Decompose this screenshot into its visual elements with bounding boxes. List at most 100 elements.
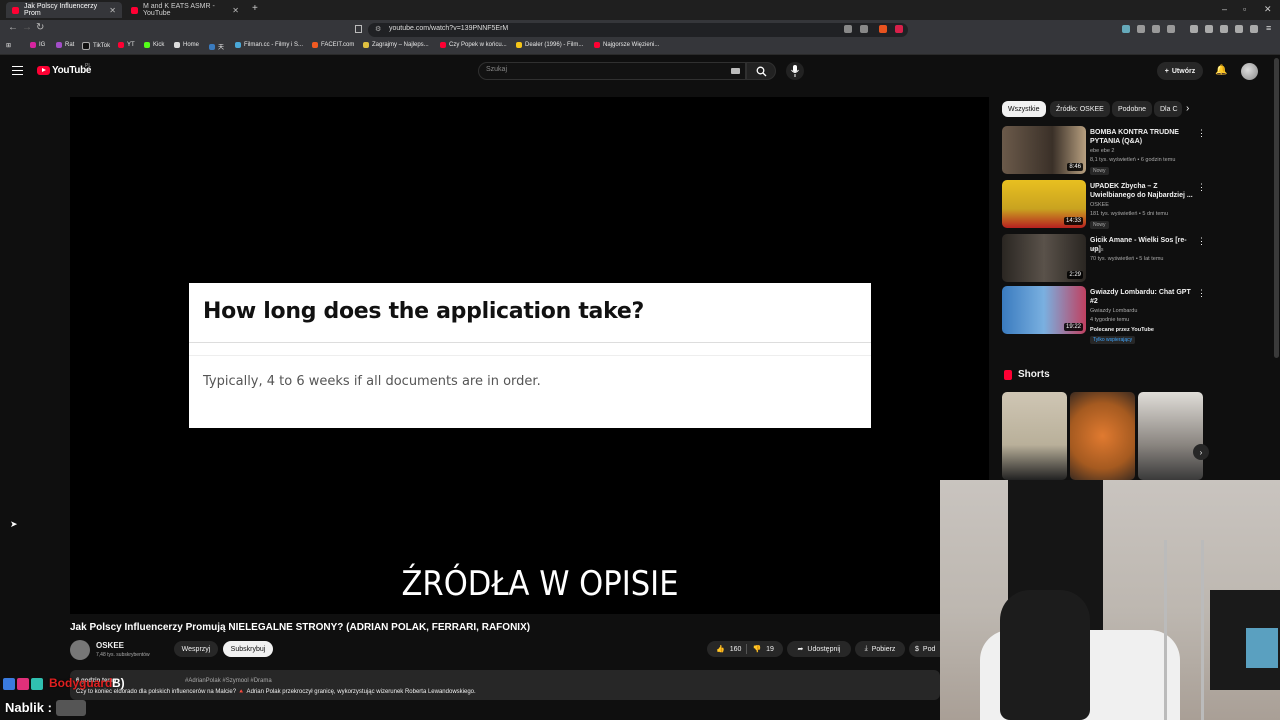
recommendation-title[interactable]: Gwiazdy Lombardu: Chat GPT #2 [1090, 288, 1194, 306]
bookmark-item[interactable]: Dealer (1996) - Film... [516, 42, 583, 48]
bookmark-icon[interactable] [355, 25, 362, 33]
youtube-logo-icon[interactable] [37, 66, 50, 75]
bookmark-item[interactable]: Home [174, 42, 199, 48]
shorts-icon [1004, 370, 1012, 380]
chip-for-you[interactable]: Dla C [1154, 101, 1182, 117]
recommendation-item[interactable]: 19:22 Gwiazdy Lombardu: Chat GPT #2 Gwia… [1002, 286, 1207, 346]
maximize-icon[interactable]: ▫ [1243, 4, 1246, 14]
bookmark-item[interactable]: Zagrajmy – Najleps... [363, 42, 429, 48]
short-thumbnail[interactable] [1070, 392, 1135, 480]
bookmark-item[interactable]: FACEIT.com [312, 42, 354, 48]
extensions-icon[interactable] [1235, 25, 1243, 33]
media-icon[interactable] [1190, 25, 1198, 33]
emote-image [56, 700, 86, 716]
forward-icon[interactable]: → [22, 22, 32, 33]
chip-similar[interactable]: Podobne [1112, 101, 1153, 117]
chevron-right-icon[interactable]: › [1193, 444, 1209, 460]
channel-name[interactable]: OSKEE [96, 641, 124, 650]
description-box[interactable] [70, 670, 940, 700]
short-thumbnail[interactable] [1002, 392, 1067, 480]
search-input[interactable]: Szukaj [486, 66, 507, 73]
close-tab-icon[interactable]: ✕ [109, 6, 116, 15]
chip-all[interactable]: Wszystkie [1002, 101, 1046, 117]
recommendation-item[interactable]: 14:33 UPADEK Zbycha – Z Uwielbianego do … [1002, 180, 1207, 230]
chip-source[interactable]: Źródło: OSKEE [1050, 101, 1110, 117]
brave-rewards-icon[interactable] [895, 25, 903, 33]
bookmark-item[interactable]: 天 [209, 42, 224, 51]
chair [1000, 590, 1090, 720]
new-tab-button[interactable]: + [252, 3, 258, 14]
vpn-icon[interactable] [1250, 25, 1258, 33]
recommendation-title[interactable]: BOMBA KONTRA TRUDNE PYTANIA (Q&A) [1090, 128, 1194, 146]
brave-shield-icon[interactable] [879, 25, 887, 33]
more-options-icon[interactable]: ⋮ [1197, 288, 1206, 299]
scrollbar[interactable] [1274, 58, 1279, 358]
like-icon[interactable]: 👍 [716, 645, 725, 653]
search-button[interactable] [746, 62, 776, 80]
tab-active[interactable]: Jak Polscy Influencerzy Prom ✕ [6, 2, 122, 18]
bookmark-item[interactable]: YT [118, 42, 135, 48]
dislike-icon[interactable]: 👎 [752, 645, 761, 653]
extension-icon[interactable] [1122, 25, 1130, 33]
bookmark-item[interactable]: Kick [144, 42, 164, 48]
minimize-icon[interactable]: – [1222, 4, 1227, 14]
bookmark-item[interactable]: Najgorsze Więzieni... [594, 42, 659, 48]
recommendation-channel[interactable]: ebe ebe 2 [1090, 148, 1114, 154]
account-avatar[interactable] [1241, 63, 1258, 80]
back-icon[interactable]: ← [8, 22, 18, 33]
video-thumbnail[interactable]: 14:33 [1002, 180, 1086, 228]
more-options-icon[interactable]: ⋮ [1197, 236, 1206, 247]
recommendation-title[interactable]: UPADEK Zbycha – Z Uwielbianego do Najbar… [1090, 182, 1194, 200]
video-thumbnail[interactable]: 8:46 [1002, 126, 1086, 174]
video-thumbnail[interactable]: 19:22 [1002, 286, 1086, 334]
download-button[interactable]: ⤓ Pobierz [855, 641, 905, 657]
close-tab-icon[interactable]: ✕ [232, 6, 239, 15]
hashtags[interactable]: #AdrianPolak #Szymool #Drama [185, 678, 272, 684]
recommendation-item[interactable]: 2:29 Gicik Amane - Wielki Sos [re-up] ur… [1002, 234, 1207, 284]
browser-menu-icon[interactable]: ≡ [1266, 23, 1271, 33]
channel-avatar[interactable] [70, 640, 90, 660]
apps-icon[interactable]: ⊞ [6, 42, 11, 49]
sidebar-icon[interactable] [1205, 25, 1213, 33]
more-options-icon[interactable]: ⋮ [1197, 128, 1206, 139]
recommendation-channel[interactable]: OSKEE [1090, 202, 1109, 208]
faq-answer: Typically, 4 to 6 weeks if all documents… [203, 374, 541, 389]
share-button[interactable]: ➦ Udostępnij [787, 641, 851, 657]
bookmark-item[interactable]: TikTok [82, 42, 110, 50]
short-thumbnail[interactable] [1138, 392, 1203, 480]
recommendation-item[interactable]: 8:46 BOMBA KONTRA TRUDNE PYTANIA (Q&A) e… [1002, 126, 1207, 176]
recommended-label: Polecane przez YouTube [1090, 327, 1154, 333]
poster [1246, 628, 1278, 668]
extension-icon[interactable] [1152, 25, 1160, 33]
recommendation-channel[interactable]: ursus [1090, 247, 1103, 253]
reload-icon[interactable]: ↻ [36, 22, 44, 33]
subscribe-button[interactable]: Subskrybuj [223, 641, 273, 657]
bookmark-item[interactable]: Czy Popek w końcu... [440, 42, 507, 48]
notifications-bell-icon[interactable]: 🔔 [1215, 65, 1227, 76]
support-button[interactable]: Wesprzyj [174, 641, 218, 657]
url-text[interactable]: youtube.com/watch?v=139PNNF5ErM [389, 25, 508, 32]
video-thumbnail[interactable]: 2:29 [1002, 234, 1086, 282]
close-window-icon[interactable]: ✕ [1264, 4, 1272, 15]
tab-inactive[interactable]: M and K EATS ASMR - YouTube ✕ [125, 2, 245, 18]
bookmark-item[interactable]: Rat [56, 42, 74, 48]
voice-search-button[interactable] [786, 62, 804, 80]
extension-icon[interactable] [1167, 25, 1175, 33]
recommendation-channel[interactable]: Gwiazdy Lombardu [1090, 308, 1137, 314]
chevron-right-icon[interactable]: › [1186, 103, 1189, 114]
extension-icon[interactable] [1137, 25, 1145, 33]
cast-icon[interactable] [844, 25, 852, 33]
more-options-icon[interactable]: ⋮ [1197, 182, 1206, 193]
keyboard-icon[interactable] [731, 68, 740, 74]
share-page-icon[interactable] [860, 25, 868, 33]
site-info-icon[interactable]: ⚙ [375, 25, 381, 33]
like-dislike-group[interactable]: 👍 160 👎 19 [707, 641, 783, 657]
wallet-icon[interactable] [1220, 25, 1228, 33]
bookmark-item[interactable]: Filman.cc - Filmy i S... [235, 42, 303, 48]
bookmark-item[interactable]: IG [30, 42, 45, 48]
create-button[interactable]: + Utwórz [1157, 62, 1203, 80]
recommendation-title[interactable]: Gicik Amane - Wielki Sos [re-up] [1090, 236, 1194, 254]
hamburger-menu-icon[interactable] [12, 66, 23, 75]
search-box[interactable] [478, 62, 746, 80]
recommendation-meta: 70 tys. wyświetleń • 5 lat temu [1090, 256, 1164, 262]
